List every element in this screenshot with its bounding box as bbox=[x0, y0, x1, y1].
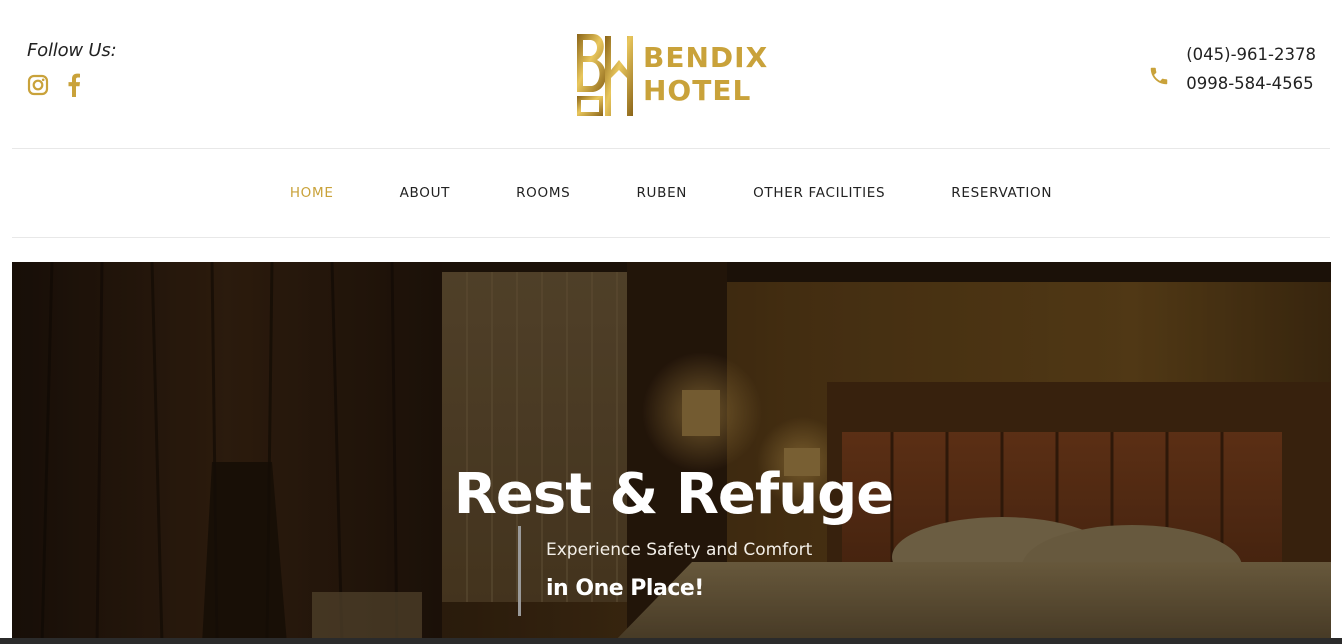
hero-subtitle: Experience Safety and Comfort bbox=[546, 540, 813, 560]
follow-us-label: Follow Us: bbox=[27, 40, 117, 61]
hero-tagline: in One Place! bbox=[546, 576, 704, 601]
hero-accent-bar bbox=[518, 526, 521, 616]
social-links bbox=[27, 73, 116, 97]
site-header: Follow Us: BENDIX HOTEL (045)-961-2378 0… bbox=[0, 0, 1342, 148]
nav-item-other-facilities[interactable]: OTHER FACILITIES bbox=[753, 185, 885, 201]
logo-line-2: HOTEL bbox=[643, 74, 752, 107]
phone-list: (045)-961-2378 0998-584-4565 bbox=[1186, 45, 1316, 93]
phone-icon bbox=[1150, 67, 1168, 85]
hero-banner: Rest & Refuge Experience Safety and Comf… bbox=[12, 262, 1331, 644]
facebook-icon[interactable] bbox=[63, 73, 85, 97]
hotel-logo[interactable]: BENDIX HOTEL bbox=[575, 30, 768, 118]
hero-title: Rest & Refuge bbox=[453, 462, 894, 527]
bottom-strip bbox=[0, 638, 1342, 644]
follow-us: Follow Us: bbox=[27, 40, 117, 97]
nav-item-home[interactable]: HOME bbox=[290, 185, 334, 201]
logo-text: BENDIX HOTEL bbox=[643, 41, 768, 107]
nav-item-reservation[interactable]: RESERVATION bbox=[951, 185, 1052, 201]
nav-item-ruben[interactable]: RUBEN bbox=[636, 185, 687, 201]
instagram-icon[interactable] bbox=[27, 73, 49, 97]
nav-item-rooms[interactable]: ROOMS bbox=[516, 185, 570, 201]
logo-line-1: BENDIX bbox=[643, 41, 769, 74]
contact-info: (045)-961-2378 0998-584-4565 bbox=[1148, 45, 1316, 93]
logo-mark-icon bbox=[577, 34, 633, 116]
main-nav: HOME ABOUT ROOMS RUBEN OTHER FACILITIES … bbox=[0, 149, 1342, 237]
phone-number-2[interactable]: 0998-584-4565 bbox=[1186, 74, 1316, 93]
nav-item-about[interactable]: ABOUT bbox=[400, 185, 451, 201]
phone-number-1[interactable]: (045)-961-2378 bbox=[1186, 45, 1316, 64]
nav-divider bbox=[12, 237, 1330, 238]
